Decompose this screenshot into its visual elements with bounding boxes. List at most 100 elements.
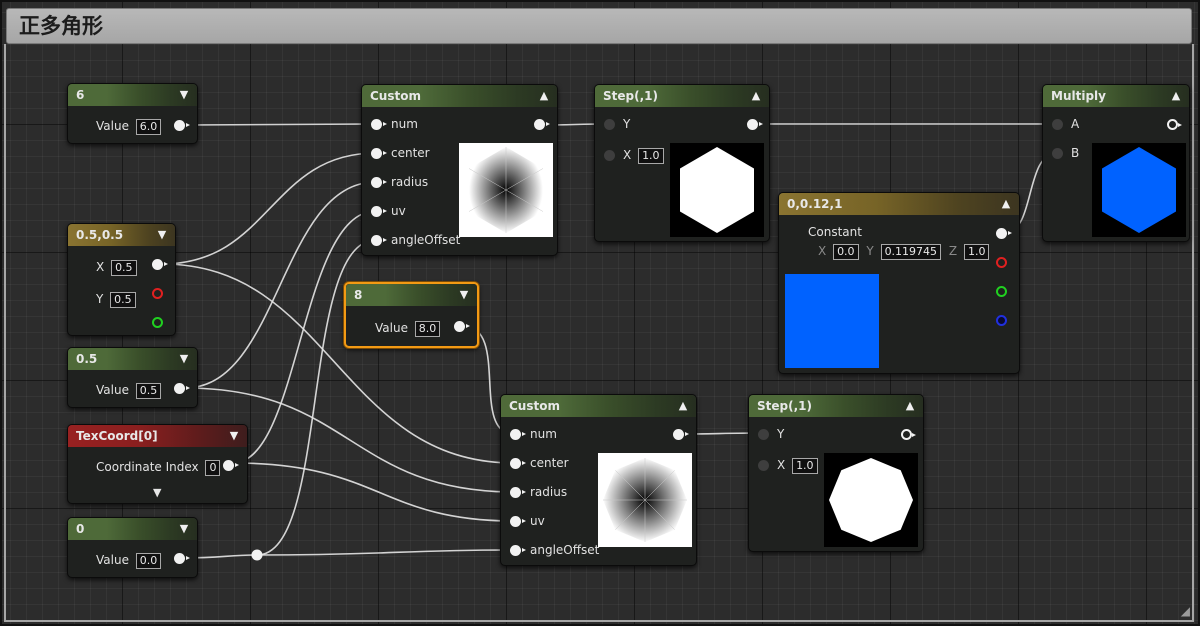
coordinate-index-label: Coordinate Index bbox=[96, 460, 199, 474]
value-field[interactable]: 0.0 bbox=[135, 552, 162, 569]
output-pin[interactable] bbox=[747, 119, 763, 130]
output-pin-b[interactable] bbox=[996, 315, 1007, 326]
value-field[interactable]: 8.0 bbox=[414, 320, 441, 337]
output-pin[interactable] bbox=[996, 228, 1012, 239]
pin-label-angleoffset: angleOffset bbox=[530, 543, 600, 557]
output-pin-r[interactable] bbox=[152, 288, 163, 299]
texcoord-node[interactable]: TexCoord[0] ▼ Coordinate Index 0 ▼ bbox=[67, 424, 248, 504]
output-pin[interactable] bbox=[454, 321, 470, 332]
multiply-node[interactable]: Multiply ▲ A B bbox=[1042, 84, 1190, 242]
coordinate-index-field[interactable]: 0 bbox=[205, 459, 221, 476]
chevron-down-icon[interactable]: ▼ bbox=[153, 486, 161, 499]
input-pin-uv[interactable] bbox=[510, 516, 526, 527]
node-header[interactable]: 0,0.12,1 ▲ bbox=[779, 193, 1019, 215]
node-header[interactable]: Step(,1) ▲ bbox=[595, 85, 769, 107]
input-pin-num[interactable] bbox=[371, 119, 387, 130]
node-title: 0.5,0.5 bbox=[76, 228, 124, 242]
chevron-up-icon[interactable]: ▲ bbox=[1170, 85, 1182, 107]
node-preview bbox=[459, 143, 553, 237]
input-pin-center[interactable] bbox=[371, 148, 387, 159]
node-header[interactable]: Custom ▲ bbox=[501, 395, 696, 417]
x-field[interactable]: 0.0 bbox=[833, 243, 859, 260]
input-pin-x[interactable] bbox=[758, 460, 769, 471]
node-title: Custom bbox=[509, 399, 560, 413]
y-field[interactable]: 0.119745 bbox=[880, 243, 942, 260]
chevron-down-icon[interactable]: ▼ bbox=[156, 224, 168, 246]
custom-node-octagon[interactable]: Custom ▲ num center radius uv angleOffse… bbox=[500, 394, 697, 566]
node-header[interactable]: Step(,1) ▲ bbox=[749, 395, 923, 417]
pin-label-center: center bbox=[530, 456, 569, 470]
step-node-hexagon[interactable]: Step(,1) ▲ Y X 1.0 bbox=[594, 84, 770, 242]
node-header[interactable]: TexCoord[0] ▼ bbox=[68, 425, 247, 447]
node-preview bbox=[598, 453, 692, 547]
input-pin-a[interactable] bbox=[1052, 119, 1063, 130]
x-field[interactable]: 1.0 bbox=[792, 457, 818, 474]
output-pin[interactable] bbox=[174, 120, 190, 131]
x-field[interactable]: 1.0 bbox=[638, 147, 664, 164]
input-pin-angleoffset[interactable] bbox=[510, 545, 526, 556]
output-pin[interactable] bbox=[1167, 119, 1182, 130]
comment-box-title[interactable]: 正多角形 bbox=[6, 8, 1192, 44]
output-pin[interactable] bbox=[223, 460, 239, 471]
node-header[interactable]: 0.5 ▼ bbox=[68, 348, 197, 370]
input-pin-y[interactable] bbox=[758, 429, 769, 440]
y-field[interactable]: 0.5 bbox=[110, 291, 136, 308]
output-pin-g[interactable] bbox=[996, 286, 1007, 297]
constant3vector-node[interactable]: 0,0.12,1 ▲ Constant X 0.0 Y 0.119745 Z 1… bbox=[778, 192, 1020, 374]
chevron-up-icon[interactable]: ▲ bbox=[904, 395, 916, 417]
chevron-down-icon[interactable]: ▼ bbox=[178, 348, 190, 370]
node-header[interactable]: 0 ▼ bbox=[68, 518, 197, 540]
y-label: Y bbox=[96, 292, 104, 306]
constant-node-0-5[interactable]: 0.5 ▼ Value 0.5 bbox=[67, 347, 198, 408]
chevron-down-icon[interactable]: ▼ bbox=[178, 518, 190, 540]
input-pin-num[interactable] bbox=[510, 429, 526, 440]
custom-node-hexagon[interactable]: Custom ▲ num center radius uv angleOffse… bbox=[361, 84, 558, 256]
x-row: X 1.0 bbox=[623, 146, 664, 164]
chevron-down-icon[interactable]: ▼ bbox=[178, 84, 190, 106]
constant-label: Constant bbox=[808, 225, 862, 239]
input-pin-y[interactable] bbox=[604, 119, 615, 130]
input-pin-angleoffset[interactable] bbox=[371, 235, 387, 246]
input-pin-x[interactable] bbox=[604, 150, 615, 161]
chevron-down-icon[interactable]: ▼ bbox=[458, 284, 470, 306]
x-row: X 0.5 bbox=[96, 258, 137, 276]
resize-grip-icon[interactable]: ◢ bbox=[1176, 604, 1190, 618]
output-pin[interactable] bbox=[174, 553, 190, 564]
constant-node-0[interactable]: 0 ▼ Value 0.0 bbox=[67, 517, 198, 578]
y-row: Y 0.5 bbox=[96, 290, 136, 308]
output-pin[interactable] bbox=[534, 119, 550, 130]
output-pin[interactable] bbox=[152, 259, 168, 270]
input-pin-uv[interactable] bbox=[371, 206, 387, 217]
input-pin-radius[interactable] bbox=[510, 487, 526, 498]
z-field[interactable]: 1.0 bbox=[963, 243, 990, 260]
constant-node-8[interactable]: 8 ▼ Value 8.0 bbox=[344, 282, 479, 348]
pin-label-b: B bbox=[1071, 146, 1080, 160]
node-header[interactable]: 6 ▼ bbox=[68, 84, 197, 106]
chevron-down-icon[interactable]: ▼ bbox=[228, 425, 240, 447]
node-header[interactable]: 0.5,0.5 ▼ bbox=[68, 224, 175, 246]
node-header[interactable]: Multiply ▲ bbox=[1043, 85, 1189, 107]
value-label: Value bbox=[96, 383, 129, 397]
node-title: 0 bbox=[76, 522, 85, 536]
node-header[interactable]: 8 ▼ bbox=[346, 284, 477, 306]
constant-node-6[interactable]: 6 ▼ Value 6.0 bbox=[67, 83, 198, 144]
value-field[interactable]: 0.5 bbox=[135, 382, 162, 399]
input-pin-center[interactable] bbox=[510, 458, 526, 469]
value-field[interactable]: 6.0 bbox=[135, 118, 162, 135]
step-node-octagon[interactable]: Step(,1) ▲ Y X 1.0 bbox=[748, 394, 924, 552]
output-pin-r[interactable] bbox=[996, 257, 1007, 268]
chevron-up-icon[interactable]: ▲ bbox=[750, 85, 762, 107]
chevron-up-icon[interactable]: ▲ bbox=[677, 395, 689, 417]
output-pin[interactable] bbox=[673, 429, 689, 440]
output-pin[interactable] bbox=[901, 429, 916, 440]
node-header[interactable]: Custom ▲ bbox=[362, 85, 557, 107]
value-row: Value 0.5 bbox=[96, 381, 162, 399]
output-pin[interactable] bbox=[174, 383, 190, 394]
output-pin-g[interactable] bbox=[152, 317, 163, 328]
chevron-up-icon[interactable]: ▲ bbox=[1000, 193, 1012, 215]
chevron-up-icon[interactable]: ▲ bbox=[538, 85, 550, 107]
x-field[interactable]: 0.5 bbox=[111, 259, 137, 276]
input-pin-radius[interactable] bbox=[371, 177, 387, 188]
input-pin-b[interactable] bbox=[1052, 148, 1063, 159]
constant2vector-node[interactable]: 0.5,0.5 ▼ X 0.5 Y 0.5 bbox=[67, 223, 176, 336]
